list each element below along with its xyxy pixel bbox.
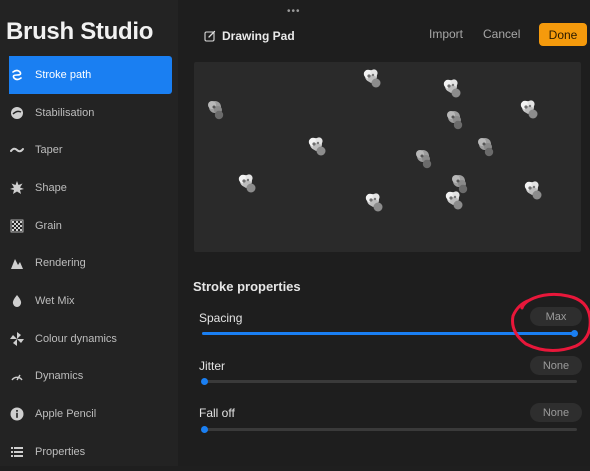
brush-stamp: [452, 175, 468, 194]
drawing-pad-label: Drawing Pad: [222, 29, 295, 43]
spacing-value[interactable]: Max: [530, 307, 582, 326]
jitter-slider[interactable]: [201, 378, 577, 385]
rendering-icon: [9, 255, 25, 271]
spacing-slider[interactable]: [202, 330, 578, 337]
jitter-slider-thumb[interactable]: [201, 378, 208, 385]
sidebar-item-label: Colour dynamics: [35, 332, 117, 345]
sidebar-item-label: Stroke path: [35, 68, 92, 81]
sidebar-item-rendering[interactable]: Rendering: [0, 244, 178, 282]
sidebar-item-shape[interactable]: Shape: [0, 169, 178, 207]
sidebar: Brush Studio Stroke path Stabilisation T…: [0, 0, 178, 466]
drag-grip-handle[interactable]: •••: [287, 6, 301, 17]
spacing-slider-thumb[interactable]: [571, 330, 578, 337]
stroke-path-icon: [9, 67, 25, 83]
falloff-slider-thumb[interactable]: [201, 426, 208, 433]
falloff-label: Fall off: [199, 406, 235, 420]
drawing-pad-canvas[interactable]: [194, 62, 581, 252]
import-button[interactable]: Import: [429, 27, 463, 41]
main-panel: ••• Drawing Pad Import Cancel Done Strok…: [178, 0, 590, 466]
brush-stamp: [416, 150, 432, 169]
stabilisation-icon: [9, 105, 25, 121]
properties-icon: [9, 444, 25, 460]
sidebar-item-colour-dynamics[interactable]: Colour dynamics: [0, 320, 178, 358]
sidebar-item-dynamics[interactable]: Dynamics: [0, 358, 178, 396]
brush-stamp: [308, 137, 326, 156]
apple-pencil-icon: [9, 406, 25, 422]
brush-stamp: [478, 138, 494, 157]
shape-icon: [9, 180, 25, 196]
sidebar-item-label: Dynamics: [35, 370, 84, 383]
wet-mix-icon: [9, 293, 25, 309]
spacing-label: Spacing: [199, 311, 243, 325]
brush-stamp: [208, 101, 224, 120]
sidebar-item-stroke-path[interactable]: Stroke path: [9, 56, 172, 94]
jitter-value[interactable]: None: [530, 356, 582, 375]
stroke-properties-heading: Stroke properties: [193, 279, 301, 294]
falloff-slider[interactable]: [201, 426, 577, 433]
app-title: Brush Studio: [6, 18, 154, 45]
brush-stamp: [443, 79, 461, 98]
sidebar-item-label: Stabilisation: [35, 106, 95, 119]
spacing-slider-fill: [202, 332, 577, 335]
taper-icon: [9, 142, 25, 158]
sidebar-item-label: Shape: [35, 181, 67, 194]
grain-icon: [9, 218, 25, 234]
brush-stamps: [208, 69, 542, 212]
brush-stamp: [445, 191, 463, 210]
done-button[interactable]: Done: [539, 23, 587, 46]
sidebar-item-stabilisation[interactable]: Stabilisation: [0, 94, 178, 132]
falloff-value[interactable]: None: [530, 403, 582, 422]
jitter-label: Jitter: [199, 359, 226, 373]
sidebar-item-label: Taper: [35, 144, 63, 157]
colour-dynamics-icon: [9, 331, 25, 347]
sidebar-item-label: Properties: [35, 445, 86, 458]
brush-stamp: [524, 181, 542, 200]
sidebar-item-grain[interactable]: Grain: [0, 207, 178, 245]
sidebar-item-apple-pencil[interactable]: Apple Pencil: [0, 395, 178, 433]
sidebar-item-label: Wet Mix: [35, 294, 75, 307]
sidebar-item-label: Grain: [35, 219, 62, 232]
sidebar-item-taper[interactable]: Taper: [0, 131, 178, 169]
brush-stamp: [238, 174, 256, 193]
sidebar-nav: Stroke path Stabilisation Taper Shape Gr…: [0, 56, 178, 471]
sidebar-item-label: Rendering: [35, 257, 86, 270]
brush-stamp: [365, 193, 383, 212]
dynamics-icon: [9, 368, 25, 384]
sidebar-item-label: Apple Pencil: [35, 408, 97, 421]
brush-stamp: [447, 111, 463, 130]
brush-stamp: [363, 69, 381, 88]
brush-stamp: [520, 100, 538, 119]
drawing-pad-title[interactable]: Drawing Pad: [204, 29, 295, 43]
sidebar-item-wet-mix[interactable]: Wet Mix: [0, 282, 178, 320]
sidebar-item-properties[interactable]: Properties: [0, 433, 178, 471]
cancel-button[interactable]: Cancel: [483, 27, 520, 41]
edit-icon: [204, 30, 216, 42]
